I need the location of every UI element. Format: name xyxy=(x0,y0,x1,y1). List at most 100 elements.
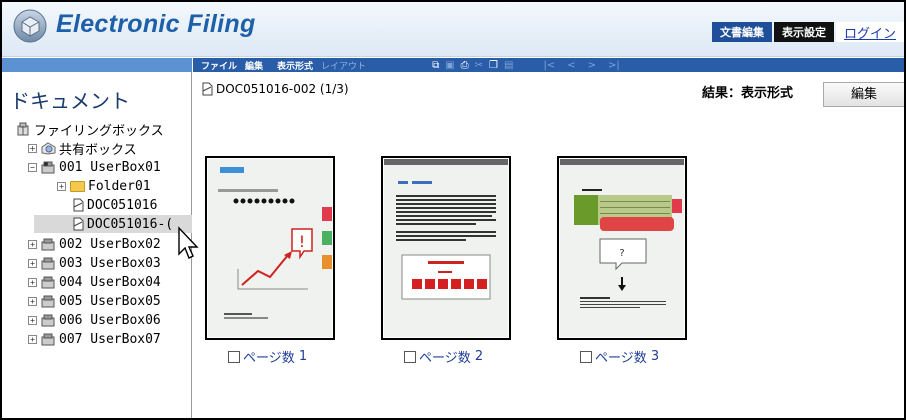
page-caption-number: 2 xyxy=(474,349,484,364)
tree-item-userbox02[interactable]: + 002 UserBox02 xyxy=(28,235,161,253)
page-3-preview: ? xyxy=(560,159,684,337)
expand-icon[interactable]: + xyxy=(28,315,37,325)
copy-to-icon[interactable]: ⧉ xyxy=(432,60,439,71)
next-page-icon: > xyxy=(587,59,596,71)
tree-item-label: DOC051016-( xyxy=(87,216,174,232)
tree-item-userbox05[interactable]: + 005 UserBox05 xyxy=(28,292,161,310)
document-icon xyxy=(73,217,84,231)
last-page-icon: >| xyxy=(608,59,620,71)
expand-icon[interactable]: + xyxy=(28,239,37,249)
page-caption-number: 1 xyxy=(298,349,308,364)
tree-item-label: 007 UserBox07 xyxy=(59,331,161,347)
page-caption-label: ページ数 xyxy=(243,351,295,366)
userbox-icon xyxy=(41,276,55,289)
page-1-preview: ! xyxy=(208,159,332,337)
collapse-icon[interactable]: − xyxy=(28,162,37,172)
toolbar-icons: ⧉ ▣ ⎙ ✂ ❐ ▤ xyxy=(432,60,519,71)
filing-box-icon xyxy=(17,122,29,136)
document-title: DOC051016-002 (1/3) xyxy=(201,82,349,96)
page-checkbox-3[interactable] xyxy=(580,350,592,363)
edit-button[interactable]: 編集 xyxy=(823,82,904,107)
mouse-cursor-icon xyxy=(178,226,199,259)
page-thumbnail-3[interactable]: ? xyxy=(557,156,687,340)
toolbar: ファイル 編集 表示形式 レイアウト ⧉ ▣ ⎙ ✂ ❐ ▤ |< < > >| xyxy=(193,58,904,72)
tree-item-label: DOC051016 xyxy=(87,197,158,213)
page-checkbox-2[interactable] xyxy=(404,350,416,363)
menu-layout: レイアウト xyxy=(321,61,367,72)
result-label: 結果：表示形式 xyxy=(702,86,794,101)
page-navigation: |< < > >| xyxy=(543,60,631,71)
tree-item-label: Folder01 xyxy=(88,178,151,194)
document-icon xyxy=(202,82,213,96)
cut-icon: ✂ xyxy=(474,59,484,71)
folder-icon xyxy=(70,180,85,192)
copy-icon[interactable]: ❐ xyxy=(489,60,498,71)
tree-item-folder01[interactable]: + Folder01 xyxy=(57,177,151,195)
svg-text:!: ! xyxy=(299,232,305,251)
print-icon[interactable]: ⎙ xyxy=(461,60,469,71)
expand-icon[interactable]: + xyxy=(28,277,37,287)
tab-document-edit[interactable]: 文書編集 xyxy=(711,22,772,42)
app-title: Electronic Filing xyxy=(56,10,256,38)
tree-item-label: 001 UserBox01 xyxy=(59,159,161,175)
tree-item-doc051016[interactable]: DOC051016 xyxy=(72,196,157,214)
document-title-text: DOC051016-002 (1/3) xyxy=(216,82,349,96)
page-checkbox-1[interactable] xyxy=(228,350,240,363)
tree-item-label: 共有ボックス xyxy=(59,142,137,158)
page-thumbnail-2[interactable] xyxy=(381,156,511,340)
userbox-icon xyxy=(41,333,55,346)
page-caption-2: ページ数 2 xyxy=(404,347,483,366)
svg-text:?: ? xyxy=(619,248,624,259)
expand-icon[interactable]: + xyxy=(28,334,37,344)
userbox-icon xyxy=(41,238,55,251)
expand-icon[interactable]: + xyxy=(28,258,37,268)
sidebar-header-band xyxy=(2,58,192,72)
paste-icon: ▤ xyxy=(504,59,514,71)
expand-icon[interactable]: + xyxy=(28,143,37,153)
menu-file[interactable]: ファイル xyxy=(201,59,237,72)
page-caption-3: ページ数 3 xyxy=(580,347,659,366)
page-caption-number: 3 xyxy=(650,349,660,364)
tree-item-label: 004 UserBox04 xyxy=(59,274,161,290)
tree-item-label: 003 UserBox03 xyxy=(59,255,161,271)
tree-item-userbox06[interactable]: + 006 UserBox06 xyxy=(28,311,161,329)
tree-root-filing-box[interactable]: ファイリングボックス xyxy=(16,120,164,139)
tree-item-label: 006 UserBox06 xyxy=(59,312,161,328)
tree-item-shared-box[interactable]: + 共有ボックス xyxy=(28,139,137,158)
tab-display-settings[interactable]: 表示設定 xyxy=(773,22,834,42)
userbox-icon xyxy=(41,161,55,174)
logo-icon xyxy=(13,9,47,43)
first-page-icon: |< xyxy=(543,59,556,71)
header-tabs: 文書編集 表示設定 ログイン xyxy=(710,22,904,42)
page-thumbnail-1[interactable]: ! xyxy=(205,156,335,340)
shared-box-icon xyxy=(41,142,56,155)
tree-item-userbox07[interactable]: + 007 UserBox07 xyxy=(28,330,161,348)
login-link[interactable]: ログイン xyxy=(835,22,904,42)
app-header: Electronic Filing 文書編集 表示設定 ログイン xyxy=(2,2,904,57)
userbox-icon xyxy=(41,257,55,270)
menu-view-format[interactable]: 表示形式 xyxy=(277,59,313,72)
expand-icon[interactable]: + xyxy=(57,181,66,191)
userbox-icon xyxy=(41,295,55,308)
tree-item-doc051016-002[interactable]: DOC051016-( xyxy=(34,215,192,233)
page-caption-label: ページ数 xyxy=(419,351,471,366)
sidebar-title: ドキュメント xyxy=(10,89,130,113)
tree-item-userbox01[interactable]: − 001 UserBox01 xyxy=(28,158,161,176)
tree-root-label: ファイリングボックス xyxy=(34,123,164,139)
app-window: Electronic Filing 文書編集 表示設定 ログイン ドキュメント … xyxy=(0,0,906,420)
tree-item-userbox04[interactable]: + 004 UserBox04 xyxy=(28,273,161,291)
prev-page-icon: < xyxy=(567,59,576,71)
sidebar: ドキュメント ファイリングボックス + 共有ボックス − 001 UserBox… xyxy=(2,72,192,418)
document-icon xyxy=(73,198,84,212)
save-icon: ▣ xyxy=(445,59,455,71)
page-caption-1: ページ数 1 xyxy=(228,347,307,366)
main-content: DOC051016-002 (1/3) 結果：表示形式 編集 ! ページ数 1 … xyxy=(193,72,904,418)
menu-edit[interactable]: 編集 xyxy=(245,59,263,72)
page-caption-label: ページ数 xyxy=(595,351,647,366)
page-2-preview xyxy=(384,159,508,337)
tree-item-userbox03[interactable]: + 003 UserBox03 xyxy=(28,254,161,272)
tree-item-label: 005 UserBox05 xyxy=(59,293,161,309)
tree-item-label: 002 UserBox02 xyxy=(59,236,161,252)
expand-icon[interactable]: + xyxy=(28,296,37,306)
userbox-icon xyxy=(41,314,55,327)
